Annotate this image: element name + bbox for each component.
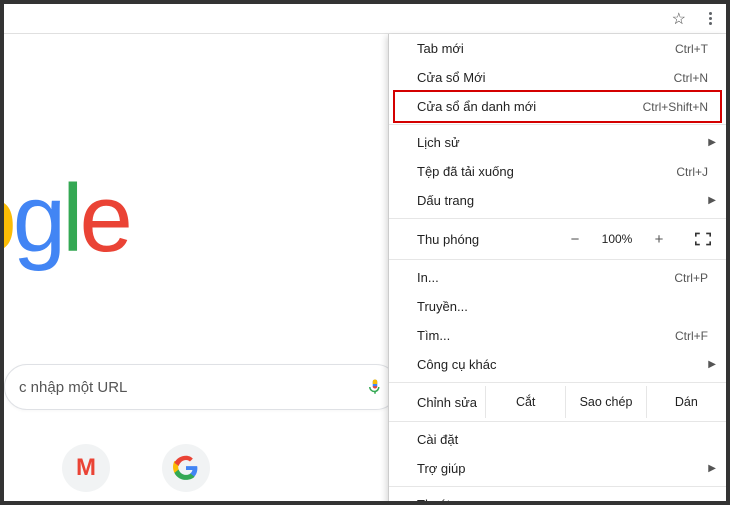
search-input[interactable] bbox=[19, 379, 366, 396]
bookmark-star-icon[interactable]: ☆ bbox=[672, 9, 686, 29]
submenu-arrow-icon: ▶ bbox=[708, 195, 716, 206]
submenu-arrow-icon: ▶ bbox=[708, 359, 716, 370]
menu-separator bbox=[389, 124, 726, 125]
menu-edit-row: Chỉnh sửa Cắt Sao chép Dán bbox=[389, 386, 726, 418]
browser-toolbar: ☆ bbox=[4, 4, 726, 34]
submenu-arrow-icon: ▶ bbox=[708, 137, 716, 148]
menu-print[interactable]: In...Ctrl+P bbox=[389, 263, 726, 292]
zoom-label: Thu phóng bbox=[417, 232, 558, 247]
menu-more-tools[interactable]: Công cụ khác▶ bbox=[389, 350, 726, 379]
menu-new-window[interactable]: Cửa sổ MớiCtrl+N bbox=[389, 63, 726, 92]
mic-icon[interactable] bbox=[366, 378, 384, 396]
menu-separator bbox=[389, 486, 726, 487]
shortcut-google[interactable] bbox=[162, 444, 210, 492]
google-logo: oogle bbox=[4, 164, 129, 274]
menu-separator bbox=[389, 421, 726, 422]
menu-dots-icon[interactable] bbox=[700, 9, 720, 29]
edit-copy-button[interactable]: Sao chép bbox=[565, 386, 645, 418]
shortcuts-row: M bbox=[4, 444, 210, 492]
menu-separator bbox=[389, 259, 726, 260]
menu-separator bbox=[389, 382, 726, 383]
menu-settings[interactable]: Cài đặt bbox=[389, 425, 726, 454]
search-bar[interactable] bbox=[4, 364, 399, 410]
menu-cast[interactable]: Truyền... bbox=[389, 292, 726, 321]
zoom-value: 100% bbox=[596, 232, 638, 246]
menu-separator bbox=[389, 218, 726, 219]
edit-cut-button[interactable]: Cắt bbox=[485, 386, 565, 418]
menu-new-tab[interactable]: Tab mớiCtrl+T bbox=[389, 34, 726, 63]
zoom-in-button[interactable]: + bbox=[642, 231, 676, 248]
submenu-arrow-icon: ▶ bbox=[708, 463, 716, 474]
menu-find[interactable]: Tìm...Ctrl+F bbox=[389, 321, 726, 350]
shortcut-gmail[interactable]: M bbox=[62, 444, 110, 492]
menu-bookmarks[interactable]: Dấu trang▶ bbox=[389, 186, 726, 215]
edit-label: Chỉnh sửa bbox=[389, 395, 485, 410]
edit-paste-button[interactable]: Dán bbox=[646, 386, 726, 418]
menu-exit[interactable]: Thoát bbox=[389, 490, 726, 501]
menu-zoom-row: Thu phóng − 100% + bbox=[389, 222, 726, 256]
chrome-main-menu: Tab mớiCtrl+T Cửa sổ MớiCtrl+N Cửa sổ ẩn… bbox=[388, 34, 726, 501]
menu-history[interactable]: Lịch sử▶ bbox=[389, 128, 726, 157]
zoom-out-button[interactable]: − bbox=[558, 231, 592, 248]
menu-downloads[interactable]: Tệp đã tải xuốngCtrl+J bbox=[389, 157, 726, 186]
menu-incognito-window[interactable]: Cửa sổ ẩn danh mớiCtrl+Shift+N bbox=[389, 92, 726, 121]
menu-help[interactable]: Trợ giúp▶ bbox=[389, 454, 726, 483]
fullscreen-icon[interactable] bbox=[690, 231, 716, 247]
